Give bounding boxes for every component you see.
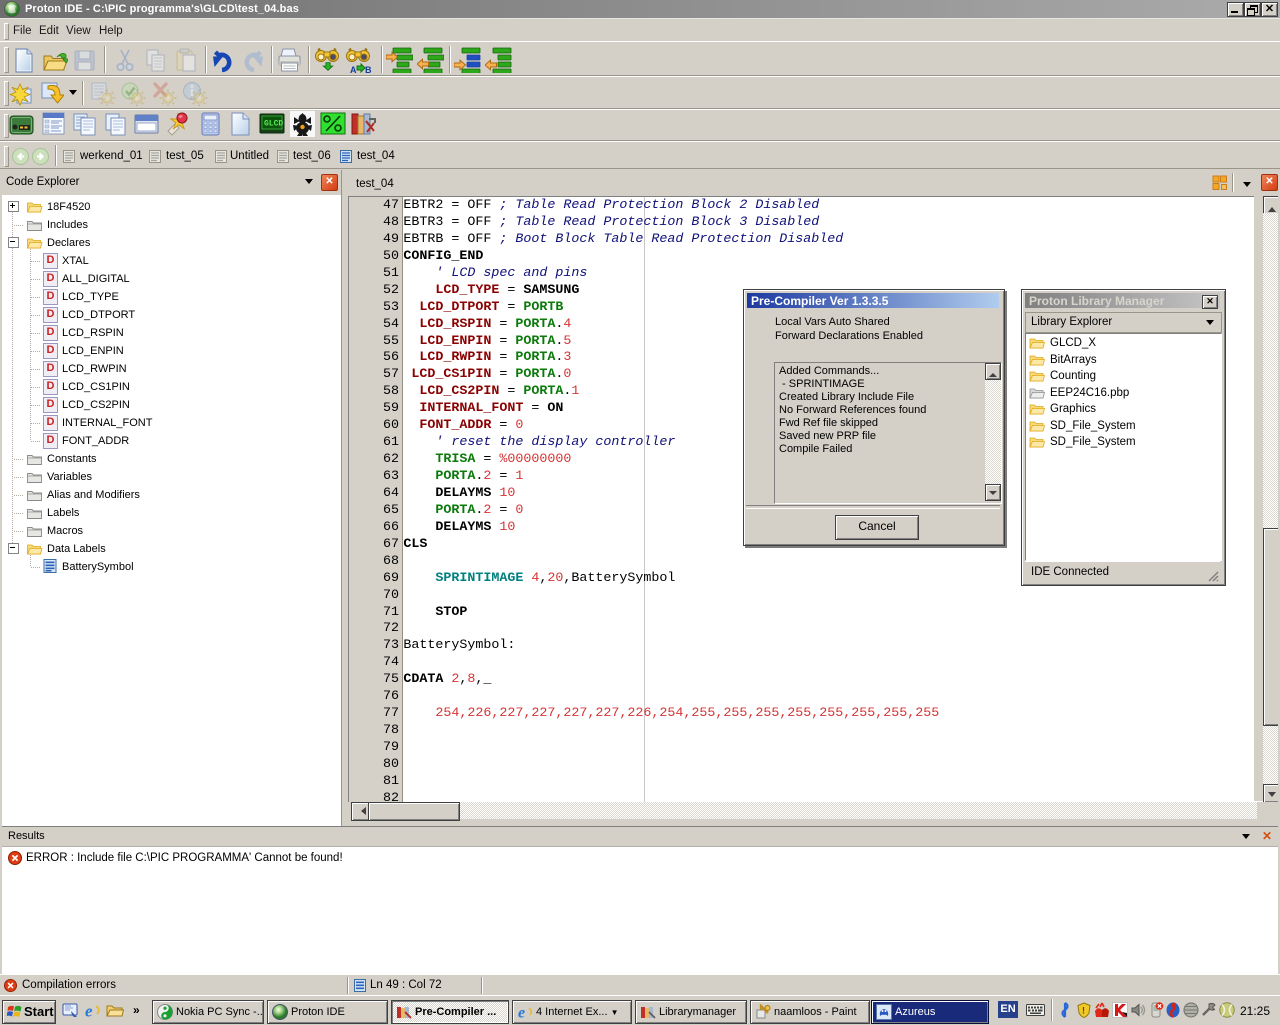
svg-text:GLCD: GLCD — [264, 120, 283, 129]
svg-text:!: ! — [1082, 1006, 1085, 1016]
svg-text:A: A — [350, 65, 357, 75]
svg-text:e: e — [85, 1002, 93, 1019]
svg-text:B: B — [365, 65, 372, 75]
svg-text:e: e — [518, 1005, 525, 1021]
